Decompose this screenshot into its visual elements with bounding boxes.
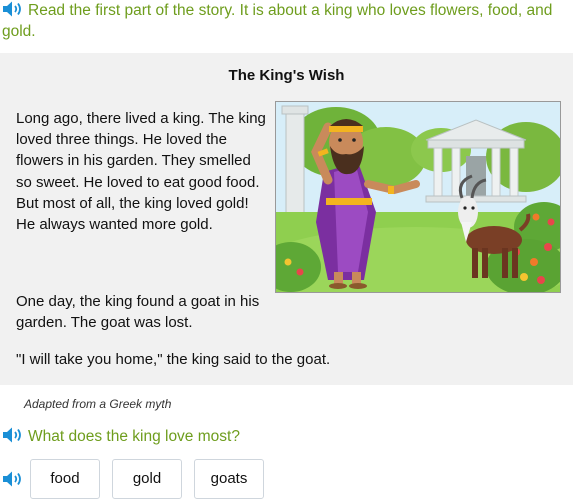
answer-choice-gold[interactable]: gold [112,459,182,499]
story-paragraph: Long ago, there lived a king. The king l… [16,110,266,234]
speaker-icon[interactable] [2,470,24,488]
question-text: What does the king love most? [28,428,240,445]
story-paragraph: One day, the king found a goat in his ga… [16,293,260,332]
king-and-goat-illustration [275,101,561,293]
question: What does the king love most? [2,426,240,446]
story-title: The King's Wish [228,67,345,84]
speaker-icon[interactable] [2,426,24,444]
instruction-text: Read the first part of the story. It is … [2,2,553,40]
answer-choice-food[interactable]: food [30,459,100,499]
speaker-icon[interactable] [2,0,24,18]
answer-choice-goats[interactable]: goats [194,459,264,499]
story-source: Adapted from a Greek myth [24,397,172,411]
story-paragraph: "I will take you home," the king said to… [16,351,331,368]
story-panel: The King's Wish Long ago, there lived a … [0,53,573,385]
instruction: Read the first part of the story. It is … [2,0,567,42]
